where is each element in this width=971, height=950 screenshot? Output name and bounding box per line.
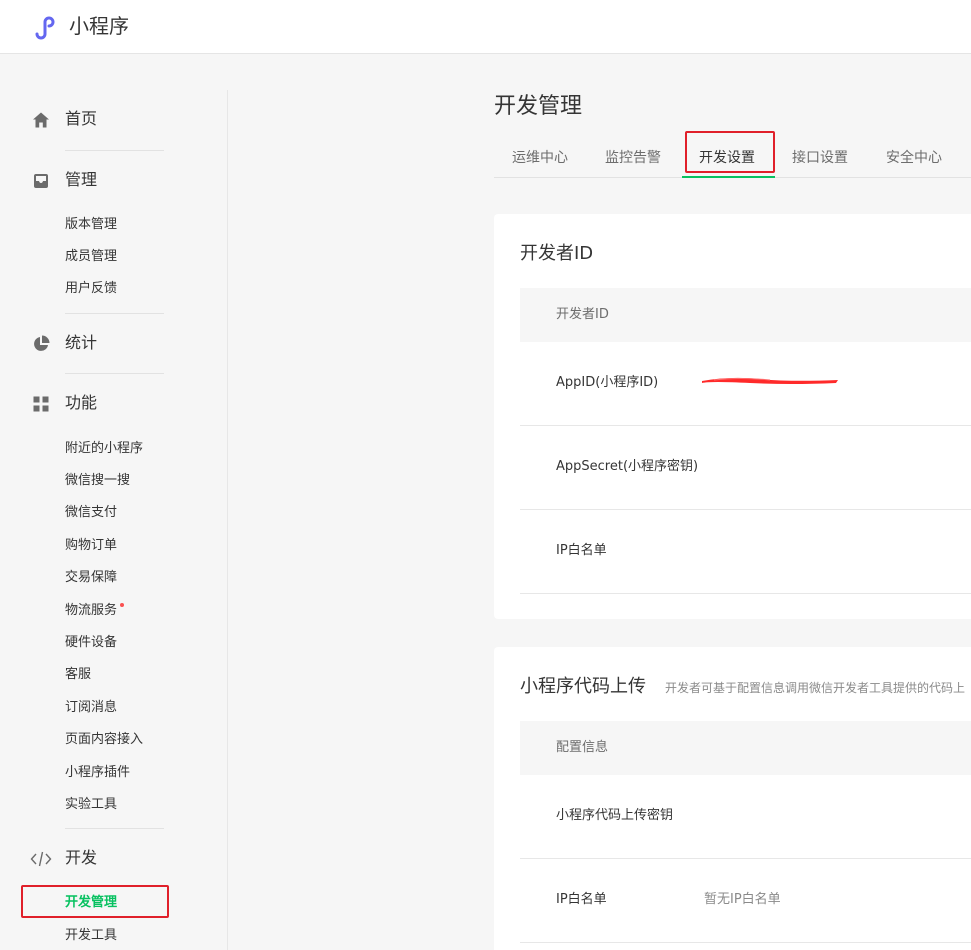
sidebar-item-version[interactable]: 版本管理 — [65, 216, 117, 234]
sidebar-item-page-content[interactable]: 页面内容接入 — [65, 731, 143, 749]
sidebar-section-features[interactable]: 功能 — [0, 389, 228, 419]
sidebar-item-label: 物流服务 — [65, 603, 118, 618]
active-tab-indicator — [682, 176, 775, 178]
table-row-upload-ip-whitelist: IP白名单 暂无IP白名单 — [520, 859, 971, 943]
divider — [65, 828, 164, 829]
divider — [65, 373, 164, 374]
sidebar-section-dev[interactable]: 开发 — [0, 844, 228, 874]
main-content: 开发管理 运维中心 监控告警 开发设置 接口设置 安全中心 开发者ID 开发者I… — [494, 90, 971, 950]
sidebar-item-nearby[interactable]: 附近的小程序 — [65, 440, 143, 458]
card-title: 开发者ID — [520, 243, 594, 264]
code-upload-card: 小程序代码上传 开发者可基于配置信息调用微信开发者工具提供的代码上 配置信息 小… — [494, 647, 971, 950]
redaction-scribble — [702, 377, 838, 384]
table-header: 开发者ID — [520, 288, 971, 342]
sidebar-item-dev-tools[interactable]: 开发工具 — [65, 927, 117, 945]
top-bar: 小程序 — [0, 0, 971, 54]
highlight-box — [21, 885, 169, 918]
sidebar-section-label: 功能 — [65, 393, 98, 412]
sidebar-item-lab-tools[interactable]: 实验工具 — [65, 796, 117, 814]
table-row-upload-key: 小程序代码上传密钥 — [520, 775, 971, 859]
sidebar-item-label: 统计 — [65, 333, 98, 352]
table-header: 配置信息 — [520, 721, 971, 775]
sidebar-section-manage[interactable]: 管理 — [0, 166, 228, 196]
notification-dot — [120, 603, 125, 607]
sidebar-item-search[interactable]: 微信搜一搜 — [65, 472, 130, 490]
sidebar-item-label: 首页 — [65, 109, 98, 128]
column-header: 开发者ID — [556, 307, 609, 322]
tab-api-settings[interactable]: 接口设置 — [792, 148, 848, 168]
sidebar: 首页 管理 版本管理 成员管理 用户反馈 统计 功能 附近的小程序 微信搜一搜 … — [0, 90, 228, 950]
sidebar-item-plugins[interactable]: 小程序插件 — [65, 764, 130, 782]
mini-program-logo-icon[interactable] — [33, 14, 63, 40]
sidebar-item-trade-guarantee[interactable]: 交易保障 — [65, 569, 117, 587]
tab-security-center[interactable]: 安全中心 — [886, 148, 942, 168]
divider — [65, 313, 164, 314]
sidebar-section-label: 管理 — [65, 170, 98, 189]
pie-chart-icon — [34, 335, 50, 351]
home-icon — [33, 112, 49, 128]
tab-ops-center[interactable]: 运维中心 — [512, 148, 568, 168]
inbox-icon — [34, 174, 48, 188]
sidebar-item-members[interactable]: 成员管理 — [65, 248, 117, 266]
sidebar-item-orders[interactable]: 购物订单 — [65, 537, 117, 555]
row-value: 暂无IP白名单 — [704, 892, 781, 907]
brand-title[interactable]: 小程序 — [69, 13, 129, 39]
card-title: 小程序代码上传 — [520, 676, 646, 697]
row-label: IP白名单 — [556, 892, 607, 907]
sidebar-item-pay[interactable]: 微信支付 — [65, 504, 117, 522]
sidebar-item-feedback[interactable]: 用户反馈 — [65, 280, 117, 298]
page-title: 开发管理 — [494, 94, 583, 119]
row-label: IP白名单 — [556, 543, 607, 558]
grid-icon — [33, 396, 49, 412]
table-row-ip-whitelist: IP白名单 — [520, 510, 971, 594]
row-label: AppSecret(小程序密钥) — [556, 459, 699, 474]
row-label: AppID(小程序ID) — [556, 375, 659, 390]
sidebar-item-stats[interactable]: 统计 — [0, 329, 228, 359]
sidebar-section-label: 开发 — [65, 848, 98, 867]
card-description: 开发者可基于配置信息调用微信开发者工具提供的代码上 — [665, 681, 966, 695]
sidebar-item-customer-service[interactable]: 客服 — [65, 666, 91, 684]
highlight-box — [685, 131, 775, 173]
sidebar-item-logistics[interactable]: 物流服务 — [65, 602, 125, 620]
divider — [65, 150, 164, 151]
row-label: 小程序代码上传密钥 — [556, 808, 674, 823]
tab-monitoring[interactable]: 监控告警 — [605, 148, 661, 168]
sidebar-item-subscribe-msg[interactable]: 订阅消息 — [65, 699, 117, 717]
column-header: 配置信息 — [556, 740, 609, 755]
table-row-appsecret: AppSecret(小程序密钥) — [520, 426, 971, 510]
sidebar-item-hardware[interactable]: 硬件设备 — [65, 634, 117, 652]
code-icon — [30, 851, 52, 867]
developer-id-card: 开发者ID 开发者ID AppID(小程序ID) AppSecret(小程序密钥… — [494, 214, 971, 619]
sidebar-item-home[interactable]: 首页 — [0, 105, 228, 135]
